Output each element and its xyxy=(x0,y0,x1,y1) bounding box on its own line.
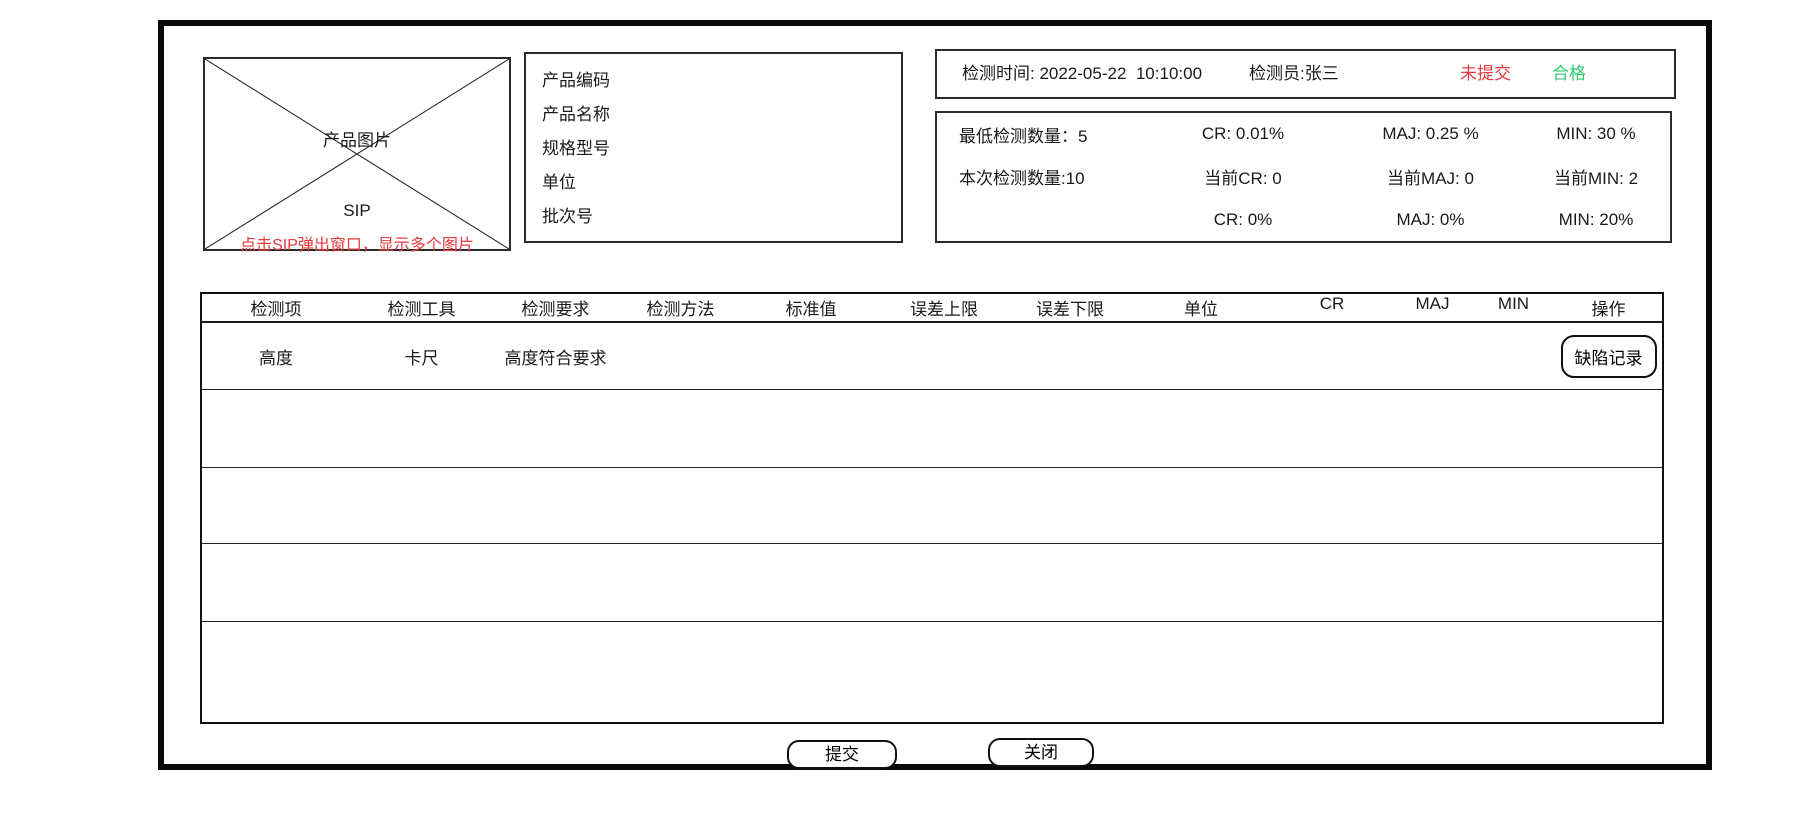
table-empty-row xyxy=(202,390,1662,468)
inspection-items-table: 检测项 检测工具 检测要求 检测方法 标准值 误差上限 误差下限 单位 CR M… xyxy=(200,292,1664,724)
cell-requirement: 高度符合要求 xyxy=(493,344,618,369)
field-label-unit: 单位 xyxy=(542,168,901,193)
close-button[interactable]: 关闭 xyxy=(988,738,1094,767)
inspection-stats-panel: 最低检测数量：5 CR: 0.01% MAJ: 0.25 % MIN: 30 %… xyxy=(935,111,1672,243)
field-label-product-name: 产品名称 xyxy=(542,100,901,125)
stat-min-rate: MIN: 20% xyxy=(1522,210,1670,230)
col-header-min: MIN xyxy=(1472,294,1555,314)
cell-tool: 卡尺 xyxy=(350,344,493,369)
table-empty-row xyxy=(202,468,1662,544)
table-row: 高度 卡尺 高度符合要求 缺陷记录 xyxy=(202,323,1662,390)
col-header-item: 检测项 xyxy=(202,295,350,320)
stat-min-limit: MIN: 30 % xyxy=(1522,124,1670,144)
table-header-row: 检测项 检测工具 检测要求 检测方法 标准值 误差上限 误差下限 单位 CR M… xyxy=(202,294,1662,323)
col-header-method: 检测方法 xyxy=(618,295,743,320)
cell-item: 高度 xyxy=(202,344,350,369)
inspection-time: 检测时间: 2022-05-22 10:10:00 xyxy=(962,51,1202,97)
stat-current-min: 当前MIN: 2 xyxy=(1522,164,1670,189)
field-label-batch-number: 批次号 xyxy=(542,202,901,227)
stat-cr-rate: CR: 0% xyxy=(1147,210,1339,230)
table-empty-row xyxy=(202,622,1662,722)
stat-maj-limit: MAJ: 0.25 % xyxy=(1339,124,1522,144)
col-header-cr: CR xyxy=(1271,294,1393,314)
window-frame: 产品图片 SIP 点击SIP弹出窗口，显示多个图片 产品编码 产品名称 规格型号… xyxy=(158,20,1712,770)
stat-current-inspect-qty: 本次检测数量:10 xyxy=(959,164,1147,189)
sip-label[interactable]: SIP xyxy=(205,201,509,221)
page: 产品图片 SIP 点击SIP弹出窗口，显示多个图片 产品编码 产品名称 规格型号… xyxy=(0,0,1819,833)
stat-cr-limit: CR: 0.01% xyxy=(1147,124,1339,144)
col-header-maj: MAJ xyxy=(1393,294,1472,314)
field-label-product-code: 产品编码 xyxy=(542,66,901,91)
col-header-standard-value: 标准值 xyxy=(743,295,879,320)
submit-button[interactable]: 提交 xyxy=(787,740,897,769)
status-qualified-badge: 合格 xyxy=(1552,51,1586,97)
col-header-requirement: 检测要求 xyxy=(493,295,618,320)
status-unsubmitted-badge: 未提交 xyxy=(1460,51,1511,97)
col-header-tool: 检测工具 xyxy=(350,295,493,320)
defect-record-button[interactable]: 缺陷记录 xyxy=(1561,335,1657,378)
stat-maj-rate: MAJ: 0% xyxy=(1339,210,1522,230)
col-header-lower-tolerance: 误差下限 xyxy=(1009,295,1131,320)
col-header-action: 操作 xyxy=(1555,295,1662,320)
col-header-unit: 单位 xyxy=(1131,295,1271,320)
product-image-placeholder[interactable]: 产品图片 SIP 点击SIP弹出窗口，显示多个图片 xyxy=(203,57,511,251)
field-label-spec-model: 规格型号 xyxy=(542,134,901,159)
stat-min-inspect-qty: 最低检测数量：5 xyxy=(959,122,1147,147)
stat-current-maj: 当前MAJ: 0 xyxy=(1339,164,1522,189)
stat-current-cr: 当前CR: 0 xyxy=(1147,164,1339,189)
col-header-upper-tolerance: 误差上限 xyxy=(879,295,1009,320)
sip-note: 点击SIP弹出窗口，显示多个图片 xyxy=(205,231,509,255)
inspection-info-bar: 检测时间: 2022-05-22 10:10:00 检测员:张三 未提交 合格 xyxy=(935,49,1676,99)
inspector-name: 检测员:张三 xyxy=(1249,51,1339,97)
product-fields-panel: 产品编码 产品名称 规格型号 单位 批次号 xyxy=(524,52,903,243)
product-image-label: 产品图片 xyxy=(205,126,509,151)
table-empty-row xyxy=(202,544,1662,622)
